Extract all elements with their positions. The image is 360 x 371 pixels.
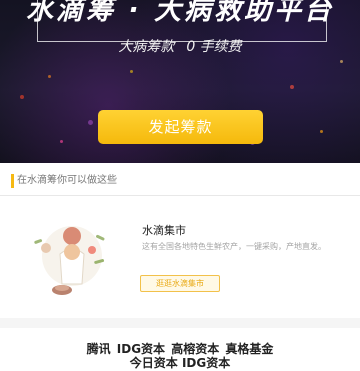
section-spacer — [0, 318, 360, 328]
card-description: 这有全国各地特色生鲜农产，一键采购，产地直发。 — [142, 242, 326, 251]
bokeh-light — [20, 95, 24, 99]
bokeh-light — [48, 75, 51, 78]
subline-right: 0 手续费 — [186, 39, 242, 55]
visit-market-button[interactable]: 逛逛水滴集市 — [140, 275, 220, 292]
section-divider — [0, 195, 360, 196]
bokeh-light — [130, 70, 133, 73]
section-title: 在水滴筹你可以做这些 — [0, 171, 360, 191]
start-fundraising-button[interactable]: 发起筹款 — [98, 110, 263, 144]
bokeh-light — [60, 140, 63, 143]
subline-left: 大病筹款 — [118, 39, 175, 55]
investors-line-2: 今日资本 IDG资本 — [129, 356, 231, 370]
card-illustration — [34, 226, 105, 295]
bokeh-light — [320, 130, 323, 133]
bokeh-light — [88, 120, 93, 125]
bokeh-light — [290, 85, 294, 89]
card-title: 水滴集市 — [142, 224, 186, 237]
headline: 水滴筹 · 大病救助平台 — [25, 0, 335, 26]
bokeh-light — [340, 60, 343, 63]
hero-banner: 水滴筹 · 大病救助平台 大病筹款 0 手续费 发起筹款 — [0, 0, 360, 163]
subline: 大病筹款 0 手续费 — [0, 36, 360, 56]
